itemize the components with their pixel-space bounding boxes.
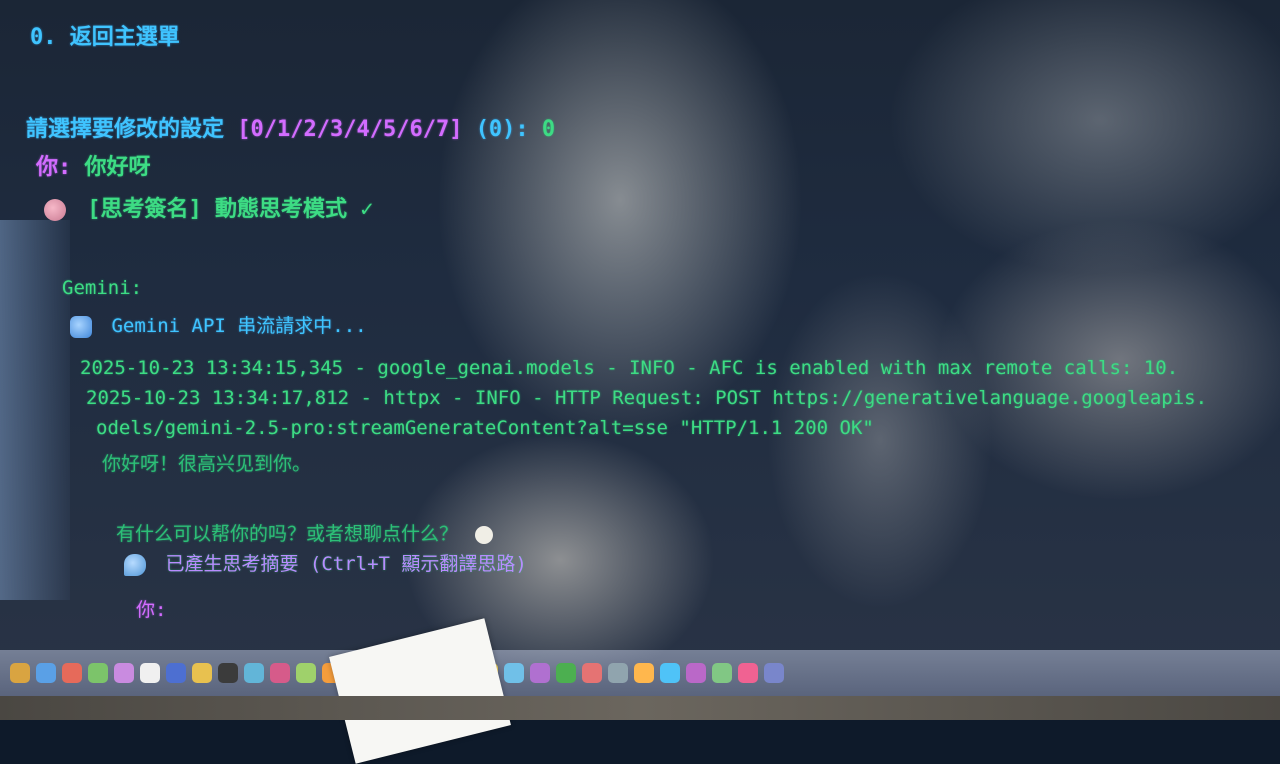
app-icon[interactable] [686, 663, 706, 683]
speech-bubble-icon [124, 553, 146, 576]
model-label: Gemini: [62, 277, 143, 299]
app-icon[interactable] [504, 663, 524, 683]
input-prompt[interactable]: 你: [136, 598, 166, 622]
app-icon[interactable] [36, 663, 56, 683]
refresh-icon [70, 315, 92, 338]
summary-notice: 已產生思考摘要 (Ctrl+T 顯示翻譯思路) [165, 553, 527, 575]
app-icon[interactable] [114, 663, 134, 683]
app-icon[interactable] [62, 663, 82, 683]
settings-prompt-value: 0 [541, 117, 556, 142]
app-icon[interactable] [140, 663, 160, 683]
model-reply-question: 有什么可以帮你的吗？或者想聊点什么？ [116, 523, 459, 545]
thinking-signature: [思考簽名] 動態思考模式 ✓ [87, 197, 374, 222]
app-icon[interactable] [738, 663, 758, 683]
app-icon[interactable] [270, 663, 290, 683]
menu-return-option: 0. 返回主選單 [30, 25, 180, 50]
streaming-status: Gemini API 串流請求中... [111, 315, 367, 337]
settings-prompt-default: (0): [475, 117, 529, 142]
dock [0, 650, 1280, 696]
summary-notice-row: 已產生思考摘要 (Ctrl+T 顯示翻譯思路) [124, 552, 527, 576]
input-prompt-label: 你: [136, 599, 167, 621]
app-icon[interactable] [192, 663, 212, 683]
app-icon[interactable] [556, 663, 576, 683]
app-icon[interactable] [88, 663, 108, 683]
terminal-window: 0. 返回主選單 請選擇要修改的設定 [0/1/2/3/4/5/6/7] (0)… [0, 0, 1280, 640]
app-icon[interactable] [530, 663, 550, 683]
desk-edge [0, 696, 1280, 720]
model-reply-question-row: 有什么可以帮你的吗？或者想聊点什么？ [116, 522, 494, 546]
app-icon[interactable] [634, 663, 654, 683]
app-icon[interactable] [10, 663, 30, 683]
moon-icon [475, 525, 494, 544]
brain-icon [44, 199, 66, 221]
app-icon[interactable] [166, 663, 186, 683]
log-line-http-request: 2025-10-23 13:34:17,812 - httpx - INFO -… [86, 387, 1208, 409]
model-reply-greeting: 你好呀！很高兴见到你。 [102, 453, 312, 475]
app-icon[interactable] [244, 663, 264, 683]
app-icon[interactable] [608, 663, 628, 683]
app-icon[interactable] [712, 663, 732, 683]
settings-prompt-options: [0/1/2/3/4/5/6/7] [237, 117, 463, 142]
app-icon[interactable] [296, 663, 316, 683]
streaming-status-row: Gemini API 串流請求中... [70, 314, 367, 338]
app-icon[interactable] [660, 663, 680, 683]
app-icon[interactable] [582, 663, 602, 683]
thinking-signature-row: [思考簽名] 動態思考模式 ✓ [44, 196, 373, 224]
settings-prompt: 請選擇要修改的設定 [0/1/2/3/4/5/6/7] (0): 0 [26, 116, 555, 144]
settings-prompt-label: 請選擇要修改的設定 [26, 117, 225, 142]
app-icon[interactable] [218, 663, 238, 683]
user-label: 你: [36, 155, 72, 180]
user-message: 你好呀 [84, 155, 151, 180]
app-icon[interactable] [764, 663, 784, 683]
log-line-afc: 2025-10-23 13:34:15,345 - google_genai.m… [80, 357, 1179, 379]
user-message-row: 你: 你好呀 [36, 154, 151, 182]
log-line-http-status: odels/gemini-2.5-pro:streamGenerateConte… [96, 417, 874, 439]
